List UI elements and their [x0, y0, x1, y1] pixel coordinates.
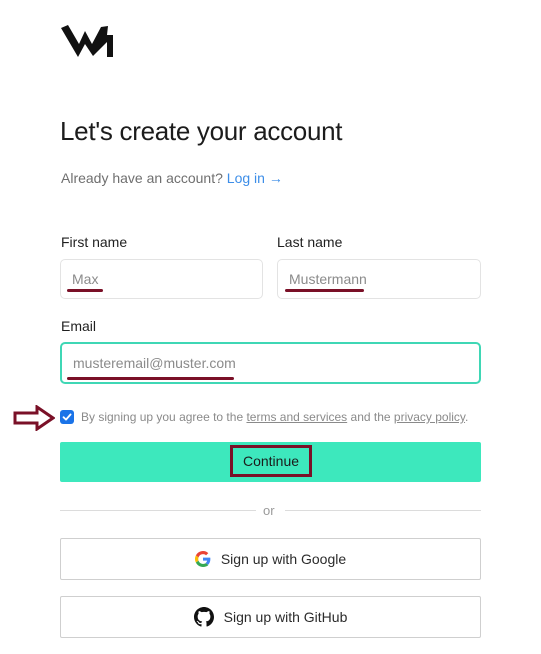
- terms-middle: and the: [350, 410, 391, 424]
- first-name-value: Max: [72, 271, 99, 287]
- email-label: Email: [61, 318, 97, 334]
- github-signup-label: Sign up with GitHub: [223, 609, 348, 625]
- terms-text: By signing up you agree to the terms and…: [81, 410, 468, 424]
- continue-button-highlight[interactable]: Continue: [230, 445, 312, 477]
- divider-or-text: or: [263, 503, 275, 518]
- google-signup-label: Sign up with Google: [220, 551, 347, 567]
- email-highlight: [67, 377, 234, 380]
- terms-checkbox[interactable]: [60, 410, 74, 424]
- privacy-link[interactable]: privacy policy: [394, 410, 465, 424]
- divider-left: [60, 510, 256, 511]
- login-link[interactable]: Log in →: [227, 170, 283, 186]
- divider-right: [285, 510, 481, 511]
- first-name-label: First name: [61, 234, 128, 250]
- first-name-field[interactable]: Max: [60, 259, 263, 299]
- first-name-highlight: [67, 289, 103, 292]
- github-icon: [193, 607, 214, 627]
- last-name-highlight: [285, 289, 364, 292]
- right-arrow-annotation-icon: [13, 405, 55, 431]
- login-prompt-text: Already have an account?: [61, 170, 223, 186]
- last-name-field[interactable]: Mustermann: [277, 259, 481, 299]
- github-signup-button[interactable]: Sign up with GitHub: [60, 596, 481, 638]
- login-prompt: Already have an account? Log in →: [61, 170, 283, 186]
- brand-logo-icon: [61, 25, 113, 57]
- google-icon: [194, 551, 211, 567]
- terms-prefix: By signing up you agree to the: [81, 410, 244, 424]
- terms-link[interactable]: terms and services: [246, 410, 347, 424]
- last-name-value: Mustermann: [289, 271, 367, 287]
- email-value: musteremail@muster.com: [73, 355, 236, 371]
- continue-label: Continue: [242, 453, 300, 469]
- terms-suffix: .: [465, 410, 469, 424]
- google-signup-button[interactable]: Sign up with Google: [60, 538, 481, 580]
- last-name-label: Last name: [277, 234, 343, 250]
- checkmark-icon: [62, 413, 72, 421]
- page-title: Let's create your account: [60, 116, 343, 146]
